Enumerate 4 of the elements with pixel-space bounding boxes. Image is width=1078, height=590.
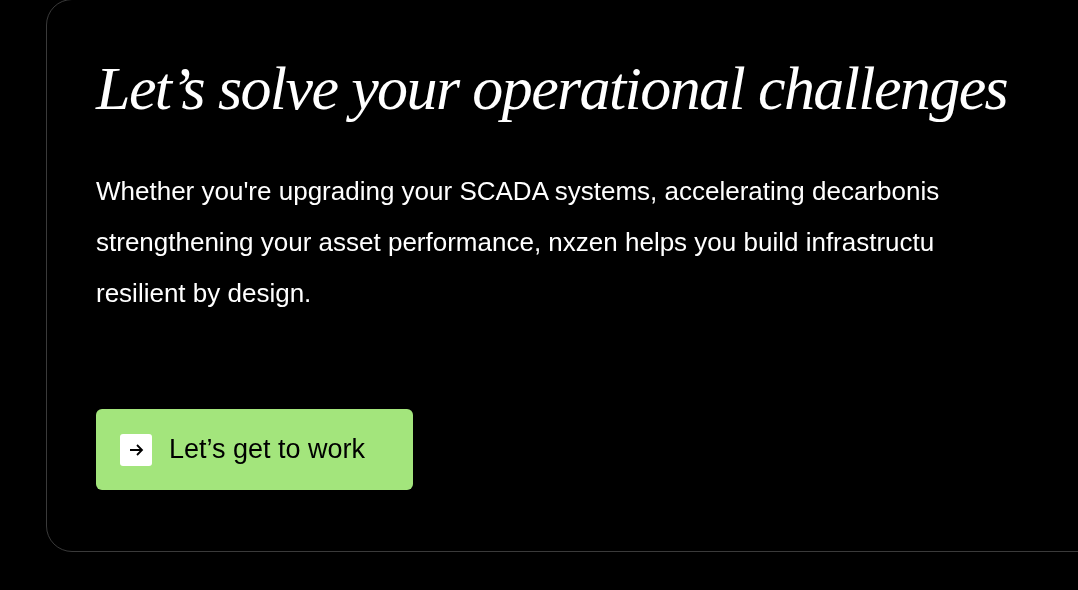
get-to-work-button[interactable]: Let’s get to work	[96, 409, 413, 490]
heading: Let’s solve your operational challenges	[96, 53, 1008, 124]
description: Whether you're upgrading your SCADA systems, accelerating decarbonis strengthening your asset performance, nxzen helps you build infrastructu resilient by design.	[96, 175, 940, 310]
arrow-right-icon	[120, 433, 152, 466]
